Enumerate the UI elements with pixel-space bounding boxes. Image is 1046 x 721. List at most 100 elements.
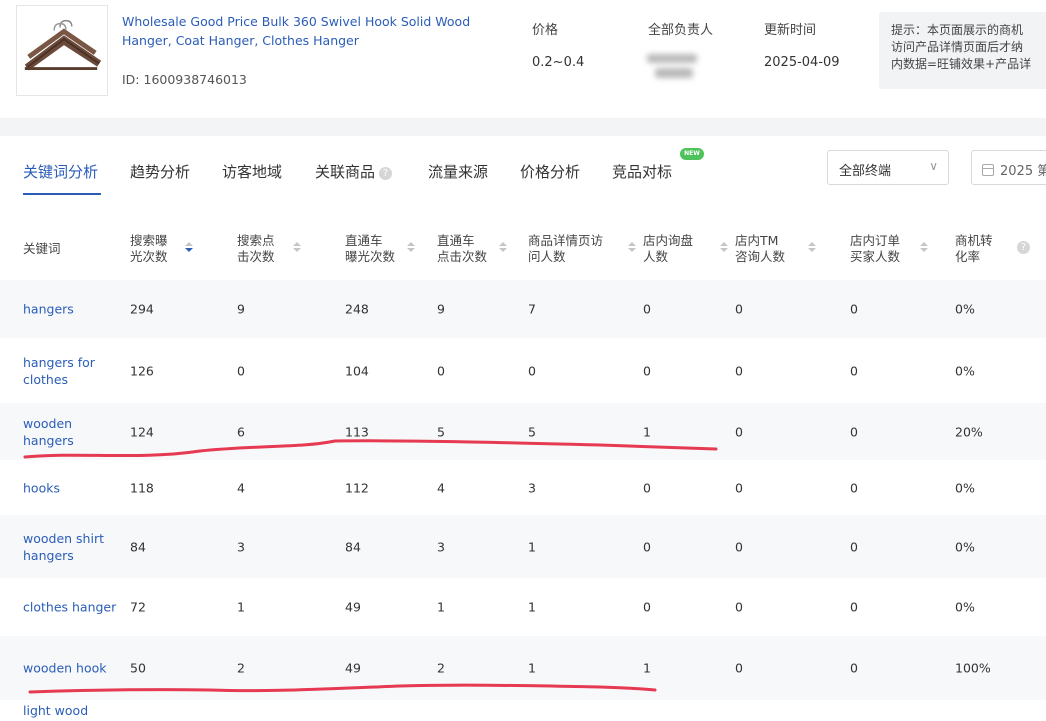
cell-search-impressions: 294 [130,301,154,317]
cell-conversion-rate: 0% [955,599,975,615]
owner-label: 全部负责人 [648,23,714,38]
col-label: 曝光次数 [345,249,396,264]
active-tab-indicator [23,193,101,195]
cell-order-buyers: 0 [850,539,858,554]
cell-order-buyers: 0 [850,599,858,615]
col-ad-clicks[interactable]: 直通车 点击次数 [437,233,507,265]
sort-icon[interactable] [628,242,636,254]
sort-icon[interactable] [808,242,816,254]
cell-inquiry-users: 0 [643,539,651,554]
sort-icon[interactable] [920,242,928,254]
product-header: Wholesale Good Price Bulk 360 Swivel Hoo… [0,0,1046,118]
cell-inquiry-users: 0 [643,363,651,378]
cell-ad-clicks: 9 [437,301,445,317]
cell-ad-clicks: 0 [437,363,445,378]
cell-conversion-rate: 100% [955,660,991,676]
cell-conversion-rate: 0% [955,363,975,378]
cell-inquiry-users: 0 [643,480,651,495]
col-label: 搜索曝 [130,233,168,248]
cell-order-buyers: 0 [850,363,858,378]
tab-competitor-benchmark[interactable]: 竞品对标 [612,161,672,182]
tip-line: 内数据=旺铺效果+产品详 [891,57,1032,71]
cell-tm-consult-users: 0 [735,660,743,676]
cell-keyword-link[interactable]: light wood [23,702,123,719]
cell-tm-consult-users: 0 [735,424,743,439]
col-inquiry-users[interactable]: 店内询盘 人数 [643,233,728,265]
cell-inquiry-users: 0 [643,599,651,615]
owner-value-blurred [641,50,701,84]
cell-order-buyers: 0 [850,480,858,495]
tab-trend-analysis[interactable]: 趋势分析 [130,161,190,182]
help-icon[interactable]: ? [1017,241,1030,254]
tab-visitor-region[interactable]: 访客地域 [222,161,282,182]
table-row: wooden hook 50 2 49 2 1 1 0 0 100% [0,636,1046,700]
col-label: 店内订单 [850,233,901,248]
cell-search-clicks: 4 [237,480,245,495]
tip-box: 提示：本页面展示的商机 访问产品详情页面后才纳 内数据=旺铺效果+产品详 [879,12,1046,89]
cell-search-impressions: 118 [130,480,154,495]
col-search-impressions[interactable]: 搜索曝 光次数 [130,233,193,265]
table-row: wooden hangers 124 6 113 5 5 1 0 0 20% [0,403,1046,460]
col-detail-visitors[interactable]: 商品详情页访 问人数 [528,233,636,265]
terminal-select[interactable]: 全部终端 ∨ [827,150,949,185]
cell-keyword-link[interactable]: hangers for clothes [23,354,123,388]
cell-conversion-rate: 0% [955,301,975,317]
table-row: hangers 294 9 248 9 7 0 0 0 0% [0,280,1046,338]
product-id: ID: 1600938746013 [122,72,247,87]
cell-keyword-link[interactable]: hangers [23,301,123,318]
tip-line: 访问产品详情页面后才纳 [891,40,1024,54]
cell-ad-impressions: 84 [345,539,361,554]
tab-related-products[interactable]: 关联商品? [315,161,393,182]
cell-tm-consult-users: 0 [735,599,743,615]
col-ad-impressions[interactable]: 直通车 曝光次数 [345,233,415,265]
cell-ad-impressions: 248 [345,301,369,317]
cell-conversion-rate: 20% [955,424,983,439]
cell-tm-consult-users: 0 [735,363,743,378]
cell-search-clicks: 0 [237,363,245,378]
help-icon[interactable]: ? [379,167,393,180]
sort-icon[interactable] [293,242,301,254]
col-conversion-rate: 商机转 化率 ? [955,233,1030,265]
cell-conversion-rate: 0% [955,539,975,554]
cell-order-buyers: 0 [850,301,858,317]
cell-keyword-link[interactable]: clothes hanger [23,599,123,616]
col-label: 咨询人数 [735,249,786,264]
cell-inquiry-users: 0 [643,301,651,317]
tab-traffic-source[interactable]: 流量来源 [428,161,488,182]
cell-keyword-link[interactable]: wooden hangers [23,415,123,449]
cell-search-impressions: 50 [130,660,146,676]
cell-keyword-link[interactable]: wooden shirt hangers [23,530,123,564]
cell-detail-visitors: 7 [528,301,536,317]
col-label: 人数 [643,249,669,264]
cell-inquiry-users: 1 [643,424,651,439]
col-search-clicks[interactable]: 搜索点 击次数 [237,233,301,265]
col-order-buyers[interactable]: 店内订单 买家人数 [850,233,928,265]
cell-keyword-link[interactable]: hooks [23,479,123,496]
cell-tm-consult-users: 0 [735,539,743,554]
sort-icon[interactable] [720,242,728,254]
sort-icon[interactable] [407,242,415,254]
updated-label: 更新时间 [764,23,817,38]
date-picker[interactable]: 2025 第 [971,150,1046,185]
cell-keyword-link[interactable]: wooden hook [23,660,123,677]
product-title-link[interactable]: Wholesale Good Price Bulk 360 Swivel Hoo… [122,12,472,50]
cell-ad-impressions: 104 [345,363,369,378]
col-label: 店内TM [735,233,779,248]
col-label: 化率 [955,249,981,264]
product-thumbnail[interactable] [16,5,108,96]
sort-icon[interactable] [185,242,193,254]
col-tm-consult-users[interactable]: 店内TM 咨询人数 [735,233,816,265]
table-row: light wood [0,700,1046,721]
tab-price-analysis[interactable]: 价格分析 [520,161,580,182]
tab-keyword-analysis[interactable]: 关键词分析 [23,161,98,182]
chevron-down-icon: ∨ [929,159,938,173]
cell-search-impressions: 84 [130,539,146,554]
col-label: 店内询盘 [643,233,694,248]
cell-detail-visitors: 1 [528,539,536,554]
cell-search-clicks: 3 [237,539,245,554]
sort-icon[interactable] [499,242,507,254]
cell-inquiry-users: 1 [643,660,651,676]
cell-ad-clicks: 2 [437,660,445,676]
cell-ad-impressions: 112 [345,480,369,495]
cell-search-clicks: 2 [237,660,245,676]
